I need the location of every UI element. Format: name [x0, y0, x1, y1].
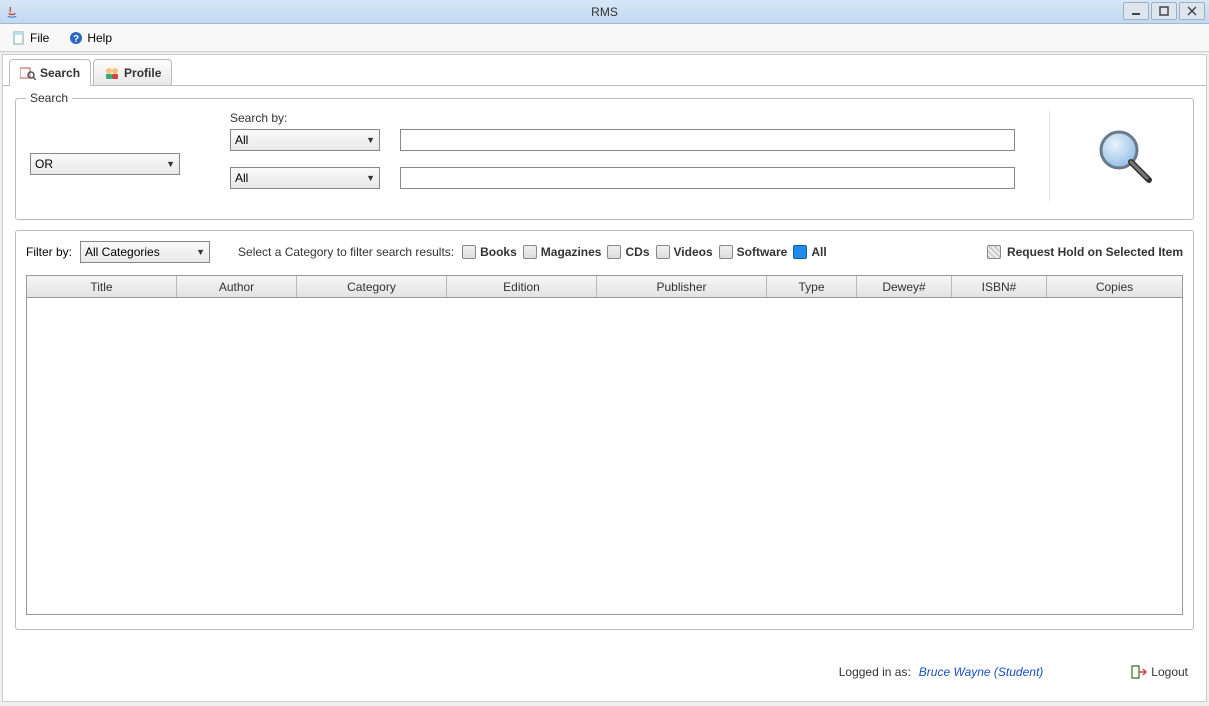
menu-help[interactable]: ? Help: [65, 29, 116, 47]
chevron-down-icon: ▼: [366, 135, 375, 145]
col-category[interactable]: Category: [297, 276, 447, 297]
filter-category-value: All Categories: [85, 245, 160, 259]
col-dewey[interactable]: Dewey#: [857, 276, 952, 297]
menu-file[interactable]: File: [8, 29, 53, 47]
category-software-label: Software: [737, 245, 788, 259]
status-bar: Logged in as: Bruce Wayne (Student) Logo…: [3, 660, 1206, 684]
checkbox-icon: [462, 245, 476, 259]
category-cds[interactable]: CDs: [607, 245, 649, 259]
magnifier-icon: [1095, 126, 1155, 186]
java-icon: [4, 4, 20, 20]
close-button[interactable]: [1179, 2, 1205, 20]
tab-panel-search: Search OR ▼ Search by: All ▼: [3, 85, 1206, 690]
table-header: Title Author Category Edition Publisher …: [27, 276, 1182, 298]
window-titlebar: RMS: [0, 0, 1209, 24]
category-cds-label: CDs: [625, 245, 649, 259]
checkbox-checked-icon: [793, 245, 807, 259]
criteria2-select[interactable]: All ▼: [230, 167, 380, 189]
category-magazines-label: Magazines: [541, 245, 602, 259]
logout-icon: [1131, 664, 1147, 680]
results-table[interactable]: Title Author Category Edition Publisher …: [26, 275, 1183, 615]
logout-label: Logout: [1151, 665, 1188, 679]
results-panel: Filter by: All Categories ▼ Select a Cat…: [15, 230, 1194, 630]
tab-profile-label: Profile: [124, 66, 161, 80]
tab-search[interactable]: Search: [9, 59, 91, 86]
maximize-button[interactable]: [1151, 2, 1177, 20]
criteria1-value: All: [235, 133, 248, 147]
checkbox-icon: [719, 245, 733, 259]
select-category-label: Select a Category to filter search resul…: [238, 245, 454, 259]
search-input-1[interactable]: [400, 129, 1015, 151]
tab-search-label: Search: [40, 66, 80, 80]
window-title: RMS: [591, 5, 618, 19]
category-magazines[interactable]: Magazines: [523, 245, 602, 259]
category-videos[interactable]: Videos: [656, 245, 713, 259]
col-isbn[interactable]: ISBN#: [952, 276, 1047, 297]
col-edition[interactable]: Edition: [447, 276, 597, 297]
filter-by-label: Filter by:: [26, 245, 72, 259]
category-all[interactable]: All: [793, 245, 826, 259]
chevron-down-icon: ▼: [196, 247, 205, 257]
logged-in-user: Bruce Wayne (Student): [919, 665, 1044, 679]
search-by-label: Search by:: [230, 111, 1029, 125]
category-books[interactable]: Books: [462, 245, 517, 259]
operator-select[interactable]: OR ▼: [30, 153, 180, 175]
search-tab-icon: [20, 66, 36, 80]
menu-file-label: File: [30, 31, 49, 45]
tab-bar: Search Profile: [3, 55, 1206, 86]
category-books-label: Books: [480, 245, 517, 259]
logout-button[interactable]: Logout: [1131, 664, 1188, 680]
main-content: Search Profile Search OR ▼ Search by:: [2, 54, 1207, 702]
search-legend: Search: [26, 91, 72, 105]
menubar: File ? Help: [0, 24, 1209, 52]
criteria1-select[interactable]: All ▼: [230, 129, 380, 151]
menu-help-label: Help: [87, 31, 112, 45]
search-fieldset: Search OR ▼ Search by: All ▼: [15, 98, 1194, 220]
operator-value: OR: [35, 157, 53, 171]
svg-text:?: ?: [73, 34, 79, 45]
profile-tab-icon: [104, 66, 120, 80]
col-type[interactable]: Type: [767, 276, 857, 297]
checkbox-icon: [607, 245, 621, 259]
filter-category-select[interactable]: All Categories ▼: [80, 241, 210, 263]
col-title[interactable]: Title: [27, 276, 177, 297]
search-input-2[interactable]: [400, 167, 1015, 189]
category-videos-label: Videos: [674, 245, 713, 259]
chevron-down-icon: ▼: [166, 159, 175, 169]
help-icon: ?: [69, 31, 83, 45]
file-icon: [12, 31, 26, 45]
checkbox-icon: [523, 245, 537, 259]
checkbox-icon: [656, 245, 670, 259]
col-author[interactable]: Author: [177, 276, 297, 297]
request-hold-button[interactable]: Request Hold on Selected Item: [987, 245, 1183, 259]
category-all-label: All: [811, 245, 826, 259]
col-publisher[interactable]: Publisher: [597, 276, 767, 297]
col-copies[interactable]: Copies: [1047, 276, 1182, 297]
search-button[interactable]: [1049, 111, 1179, 201]
minimize-button[interactable]: [1123, 2, 1149, 20]
chevron-down-icon: ▼: [366, 173, 375, 183]
request-hold-icon: [987, 245, 1001, 259]
criteria2-value: All: [235, 171, 248, 185]
tab-profile[interactable]: Profile: [93, 59, 172, 86]
logged-in-label: Logged in as:: [839, 665, 911, 679]
request-hold-label: Request Hold on Selected Item: [1007, 245, 1183, 259]
category-software[interactable]: Software: [719, 245, 788, 259]
